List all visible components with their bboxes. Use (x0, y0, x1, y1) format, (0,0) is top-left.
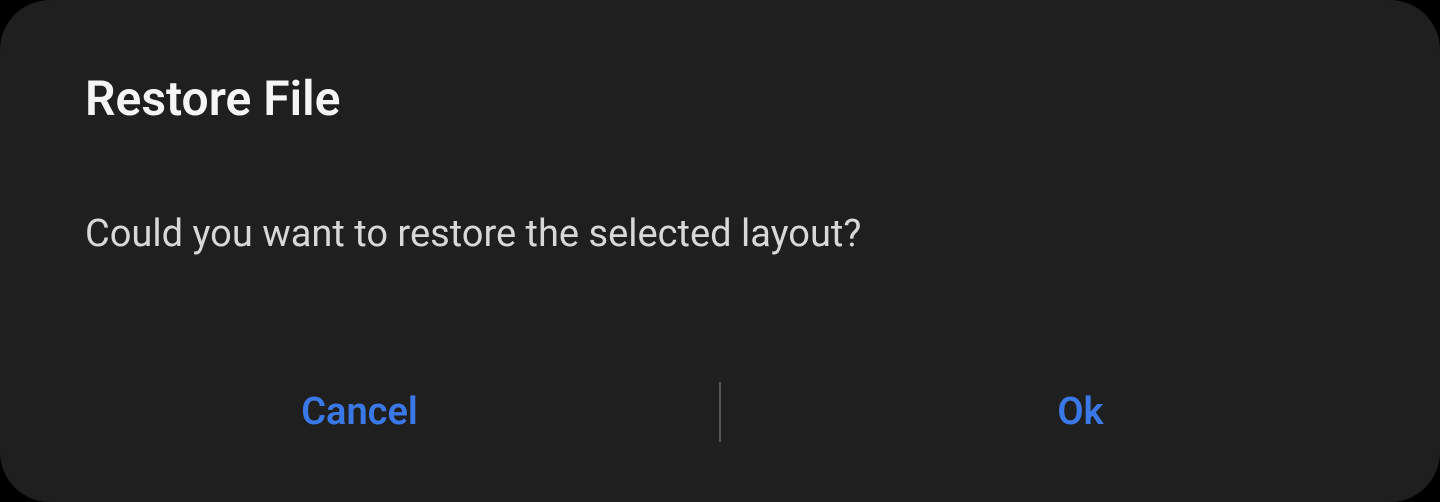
ok-button[interactable]: Ok (721, 377, 1440, 447)
cancel-button[interactable]: Cancel (0, 377, 719, 447)
dialog-container: Restore File Could you want to restore t… (0, 0, 1440, 502)
dialog-title: Restore File (85, 70, 1355, 127)
dialog-button-row: Cancel Ok (0, 377, 1440, 447)
dialog-message: Could you want to restore the selected l… (85, 212, 1355, 256)
